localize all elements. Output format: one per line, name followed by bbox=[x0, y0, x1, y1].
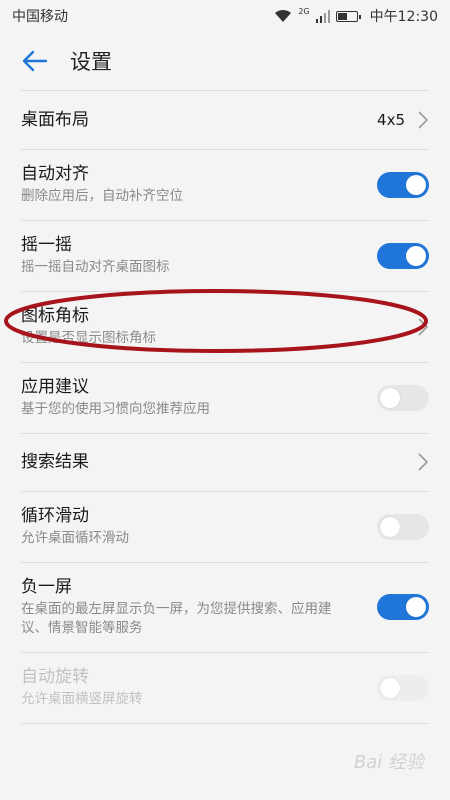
toggle-knob bbox=[380, 387, 400, 408]
setting-desktop-layout[interactable]: 桌面布局 4x5 bbox=[0, 91, 450, 150]
status-bar: 中国移动 2G 中午12:30 bbox=[0, 0, 450, 32]
setting-subtitle: 删除应用后，自动补齐空位 bbox=[21, 188, 183, 204]
back-button[interactable] bbox=[0, 32, 70, 90]
setting-auto-rotate: 自动旋转 允许桌面横竖屏旋转 bbox=[0, 652, 450, 724]
setting-search-results[interactable]: 搜索结果 bbox=[0, 433, 450, 492]
setting-title: 自动对齐 bbox=[21, 164, 89, 184]
setting-subtitle: 允许桌面横竖屏旋转 bbox=[21, 691, 143, 707]
setting-text: 循环滑动 允许桌面循环滑动 bbox=[21, 505, 377, 548]
setting-shake[interactable]: 摇一摇 摇一摇自动对齐桌面图标 bbox=[0, 220, 450, 292]
toggle-knob bbox=[380, 677, 400, 698]
battery-icon bbox=[335, 10, 361, 22]
minus-one-screen-toggle[interactable] bbox=[377, 594, 429, 620]
setting-text: 应用建议 基于您的使用习惯向您推荐应用 bbox=[21, 376, 377, 419]
setting-title: 负一屏 bbox=[21, 577, 72, 597]
setting-auto-align[interactable]: 自动对齐 删除应用后，自动补齐空位 bbox=[0, 149, 450, 221]
setting-text: 自动旋转 允许桌面横竖屏旋转 bbox=[21, 666, 377, 709]
network-type-label: 2G bbox=[298, 6, 310, 16]
setting-trailing bbox=[417, 452, 429, 472]
setting-subtitle: 基于您的使用习惯向您推荐应用 bbox=[21, 401, 210, 417]
setting-title: 自动旋转 bbox=[21, 667, 89, 687]
setting-subtitle: 允许桌面循环滑动 bbox=[21, 530, 129, 546]
layout-value: 4x5 bbox=[377, 111, 405, 129]
shake-toggle[interactable] bbox=[377, 242, 429, 269]
toggle-knob bbox=[380, 516, 400, 537]
loop-scroll-toggle[interactable] bbox=[377, 513, 429, 540]
setting-title: 搜索结果 bbox=[21, 452, 89, 472]
setting-loop-scroll[interactable]: 循环滑动 允许桌面循环滑动 bbox=[0, 491, 450, 563]
setting-trailing bbox=[417, 317, 429, 337]
setting-icon-badge[interactable]: 图标角标 设置是否显示图标角标 bbox=[0, 291, 450, 363]
app-bar: 设置 bbox=[0, 32, 450, 90]
setting-subtitle: 设置是否显示图标角标 bbox=[21, 330, 156, 346]
setting-app-suggestions[interactable]: 应用建议 基于您的使用习惯向您推荐应用 bbox=[0, 362, 450, 434]
setting-minus-one-screen[interactable]: 负一屏 在桌面的最左屏显示负一屏，为您提供搜索、应用建议、情景智能等服务 bbox=[0, 562, 450, 653]
setting-text: 负一屏 在桌面的最左屏显示负一屏，为您提供搜索、应用建议、情景智能等服务 bbox=[21, 576, 377, 638]
wifi-icon bbox=[275, 9, 292, 22]
chevron-right-icon bbox=[418, 453, 429, 471]
setting-trailing: 4x5 bbox=[377, 110, 429, 130]
settings-list: 桌面布局 4x5 自动对齐 删除应用后，自动补齐空位 摇一摇 摇一摇自动对齐桌面… bbox=[0, 90, 450, 724]
chevron-right-icon bbox=[418, 317, 429, 336]
setting-text: 自动对齐 删除应用后，自动补齐空位 bbox=[21, 163, 377, 206]
carrier-label: 中国移动 bbox=[12, 9, 68, 25]
setting-text: 摇一摇 摇一摇自动对齐桌面图标 bbox=[21, 234, 377, 277]
toggle-knob bbox=[406, 174, 426, 195]
setting-text: 图标角标 设置是否显示图标角标 bbox=[21, 305, 417, 348]
setting-text: 桌面布局 bbox=[21, 109, 377, 131]
setting-title: 摇一摇 bbox=[21, 235, 72, 255]
back-arrow-icon bbox=[22, 50, 48, 72]
setting-title: 应用建议 bbox=[21, 377, 89, 397]
setting-subtitle: 摇一摇自动对齐桌面图标 bbox=[21, 259, 170, 275]
status-icons: 2G 中午12:30 bbox=[274, 6, 438, 26]
setting-subtitle: 在桌面的最左屏显示负一屏，为您提供搜索、应用建议、情景智能等服务 bbox=[21, 601, 332, 636]
setting-title: 图标角标 bbox=[21, 306, 89, 326]
setting-text: 搜索结果 bbox=[21, 451, 417, 473]
app-suggestions-toggle[interactable] bbox=[377, 384, 429, 411]
toggle-knob bbox=[406, 245, 426, 266]
setting-title: 循环滑动 bbox=[21, 506, 89, 526]
clock: 中午12:30 bbox=[369, 9, 438, 25]
setting-title: 桌面布局 bbox=[21, 110, 89, 130]
toggle-knob bbox=[406, 597, 426, 617]
signal-icon bbox=[315, 9, 330, 23]
auto-rotate-toggle bbox=[377, 674, 429, 701]
page-title: 设置 bbox=[70, 50, 112, 74]
watermark: Bai 经验 bbox=[353, 752, 424, 773]
divider bbox=[21, 723, 429, 724]
chevron-right-icon bbox=[418, 111, 429, 129]
auto-align-toggle[interactable] bbox=[377, 171, 429, 198]
